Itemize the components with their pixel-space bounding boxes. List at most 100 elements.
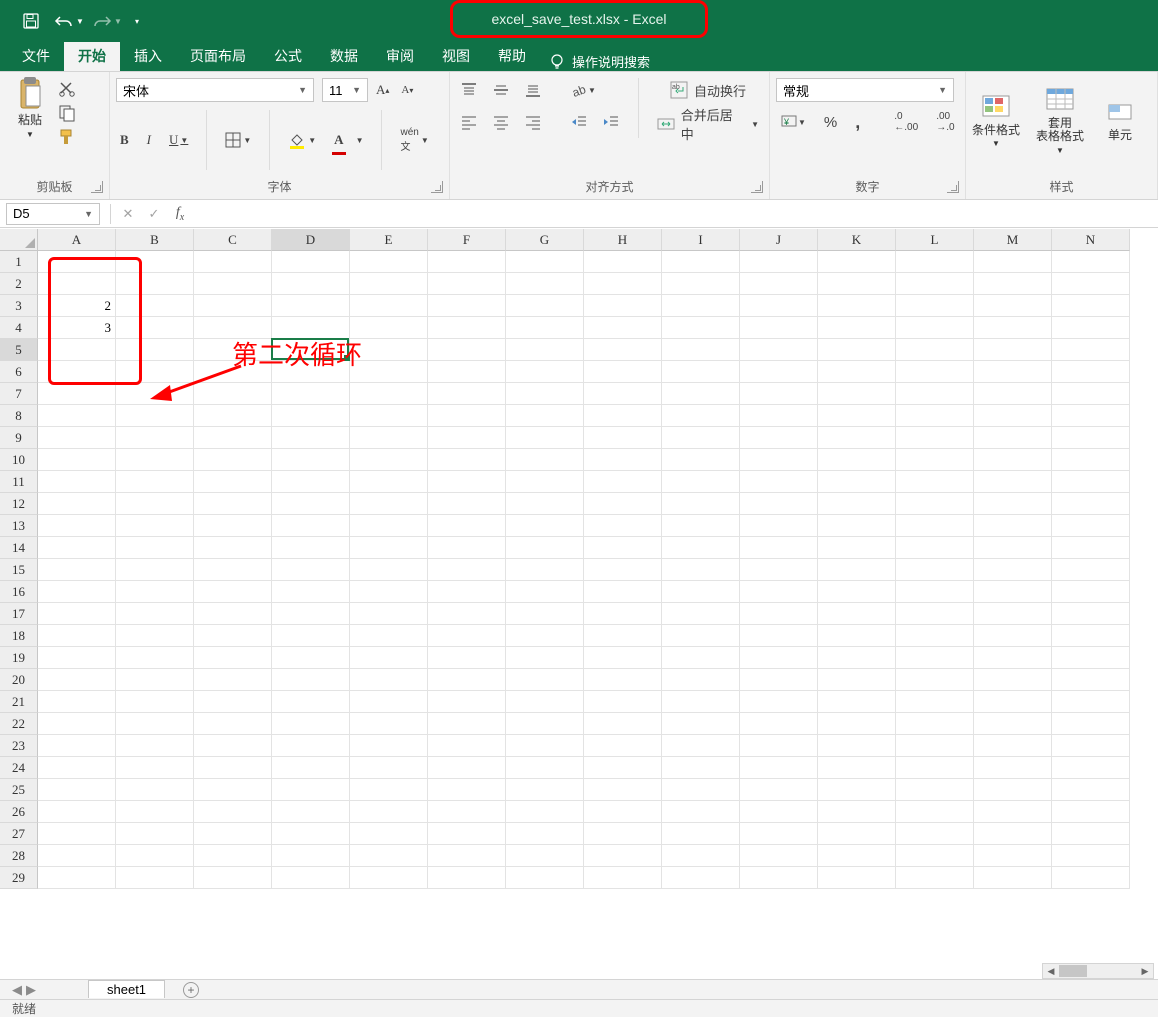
cell[interactable] bbox=[116, 559, 194, 581]
cell[interactable] bbox=[116, 581, 194, 603]
cell[interactable] bbox=[116, 405, 194, 427]
cell[interactable] bbox=[662, 691, 740, 713]
cell[interactable] bbox=[38, 537, 116, 559]
cell[interactable] bbox=[116, 823, 194, 845]
cell[interactable] bbox=[194, 603, 272, 625]
cell[interactable] bbox=[1052, 735, 1130, 757]
cell[interactable] bbox=[1052, 515, 1130, 537]
cell[interactable] bbox=[116, 383, 194, 405]
cell[interactable] bbox=[272, 493, 350, 515]
cell[interactable] bbox=[740, 603, 818, 625]
column-header[interactable]: B bbox=[116, 229, 194, 251]
format-painter-button[interactable] bbox=[58, 128, 76, 146]
cell[interactable] bbox=[662, 273, 740, 295]
cell[interactable] bbox=[818, 317, 896, 339]
cell[interactable] bbox=[974, 867, 1052, 889]
cell[interactable] bbox=[584, 603, 662, 625]
cell[interactable] bbox=[38, 647, 116, 669]
cell[interactable] bbox=[896, 427, 974, 449]
cell[interactable] bbox=[974, 383, 1052, 405]
cell[interactable] bbox=[38, 669, 116, 691]
cell[interactable] bbox=[584, 757, 662, 779]
select-all-corner[interactable] bbox=[0, 229, 38, 251]
accounting-format-button[interactable]: ¥▼ bbox=[776, 110, 810, 134]
row-header[interactable]: 18 bbox=[0, 625, 38, 647]
cell[interactable] bbox=[428, 317, 506, 339]
cell[interactable] bbox=[38, 251, 116, 273]
cell[interactable] bbox=[818, 757, 896, 779]
cell[interactable] bbox=[896, 867, 974, 889]
cell[interactable] bbox=[428, 273, 506, 295]
cell[interactable] bbox=[194, 823, 272, 845]
cell[interactable] bbox=[350, 493, 428, 515]
cell[interactable] bbox=[1052, 581, 1130, 603]
row-header[interactable]: 13 bbox=[0, 515, 38, 537]
cell[interactable] bbox=[584, 471, 662, 493]
font-dialog-launcher[interactable] bbox=[431, 181, 443, 193]
tab-view[interactable]: 视图 bbox=[428, 40, 484, 71]
cell[interactable] bbox=[194, 361, 272, 383]
cell[interactable] bbox=[506, 647, 584, 669]
increase-decimal-button[interactable]: .0←.00 bbox=[890, 110, 922, 134]
cell[interactable] bbox=[272, 823, 350, 845]
cell[interactable] bbox=[584, 559, 662, 581]
cell[interactable] bbox=[662, 559, 740, 581]
cell[interactable] bbox=[38, 471, 116, 493]
cell[interactable] bbox=[974, 317, 1052, 339]
cell[interactable] bbox=[896, 251, 974, 273]
cell[interactable] bbox=[428, 845, 506, 867]
cell[interactable] bbox=[818, 625, 896, 647]
cell[interactable] bbox=[740, 295, 818, 317]
cell[interactable] bbox=[272, 339, 350, 361]
cell[interactable] bbox=[818, 779, 896, 801]
cell[interactable] bbox=[272, 801, 350, 823]
scroll-right-button[interactable]: ▶ bbox=[1137, 964, 1153, 978]
italic-button[interactable]: I bbox=[143, 128, 155, 152]
cell[interactable] bbox=[38, 449, 116, 471]
cell[interactable] bbox=[350, 295, 428, 317]
font-name-combo[interactable]: 宋体▼ bbox=[116, 78, 314, 102]
cell[interactable] bbox=[1052, 251, 1130, 273]
dropdown-icon[interactable]: ▼ bbox=[114, 17, 122, 26]
name-box[interactable]: D5▼ bbox=[6, 203, 100, 225]
cell[interactable] bbox=[740, 757, 818, 779]
cell[interactable]: 2 bbox=[38, 295, 116, 317]
cell[interactable] bbox=[428, 405, 506, 427]
cell[interactable] bbox=[272, 537, 350, 559]
cell[interactable] bbox=[818, 867, 896, 889]
cell[interactable] bbox=[38, 757, 116, 779]
column-header[interactable]: M bbox=[974, 229, 1052, 251]
cell[interactable] bbox=[350, 713, 428, 735]
cell[interactable] bbox=[818, 361, 896, 383]
cell[interactable] bbox=[974, 339, 1052, 361]
cell[interactable] bbox=[740, 713, 818, 735]
cell[interactable] bbox=[194, 669, 272, 691]
decrease-font-button[interactable]: A▾ bbox=[397, 78, 417, 102]
cell[interactable] bbox=[896, 823, 974, 845]
cell[interactable] bbox=[194, 735, 272, 757]
cell[interactable] bbox=[1052, 427, 1130, 449]
column-header[interactable]: C bbox=[194, 229, 272, 251]
orientation-button[interactable]: ab▼ bbox=[566, 78, 600, 102]
save-button[interactable] bbox=[14, 7, 48, 35]
cell[interactable] bbox=[584, 405, 662, 427]
row-header[interactable]: 25 bbox=[0, 779, 38, 801]
row-header[interactable]: 10 bbox=[0, 449, 38, 471]
cell[interactable] bbox=[896, 669, 974, 691]
cell[interactable] bbox=[428, 581, 506, 603]
cell[interactable] bbox=[428, 713, 506, 735]
cell[interactable] bbox=[740, 273, 818, 295]
cell[interactable] bbox=[974, 493, 1052, 515]
cell[interactable] bbox=[506, 405, 584, 427]
cell[interactable] bbox=[584, 515, 662, 537]
cell[interactable] bbox=[194, 273, 272, 295]
bold-button[interactable]: B bbox=[116, 128, 133, 152]
cell[interactable] bbox=[350, 515, 428, 537]
cell[interactable] bbox=[38, 405, 116, 427]
cell[interactable] bbox=[116, 757, 194, 779]
cell[interactable] bbox=[584, 383, 662, 405]
comma-button[interactable]: , bbox=[851, 110, 864, 134]
row-header[interactable]: 21 bbox=[0, 691, 38, 713]
cell[interactable] bbox=[662, 251, 740, 273]
cell[interactable] bbox=[896, 735, 974, 757]
